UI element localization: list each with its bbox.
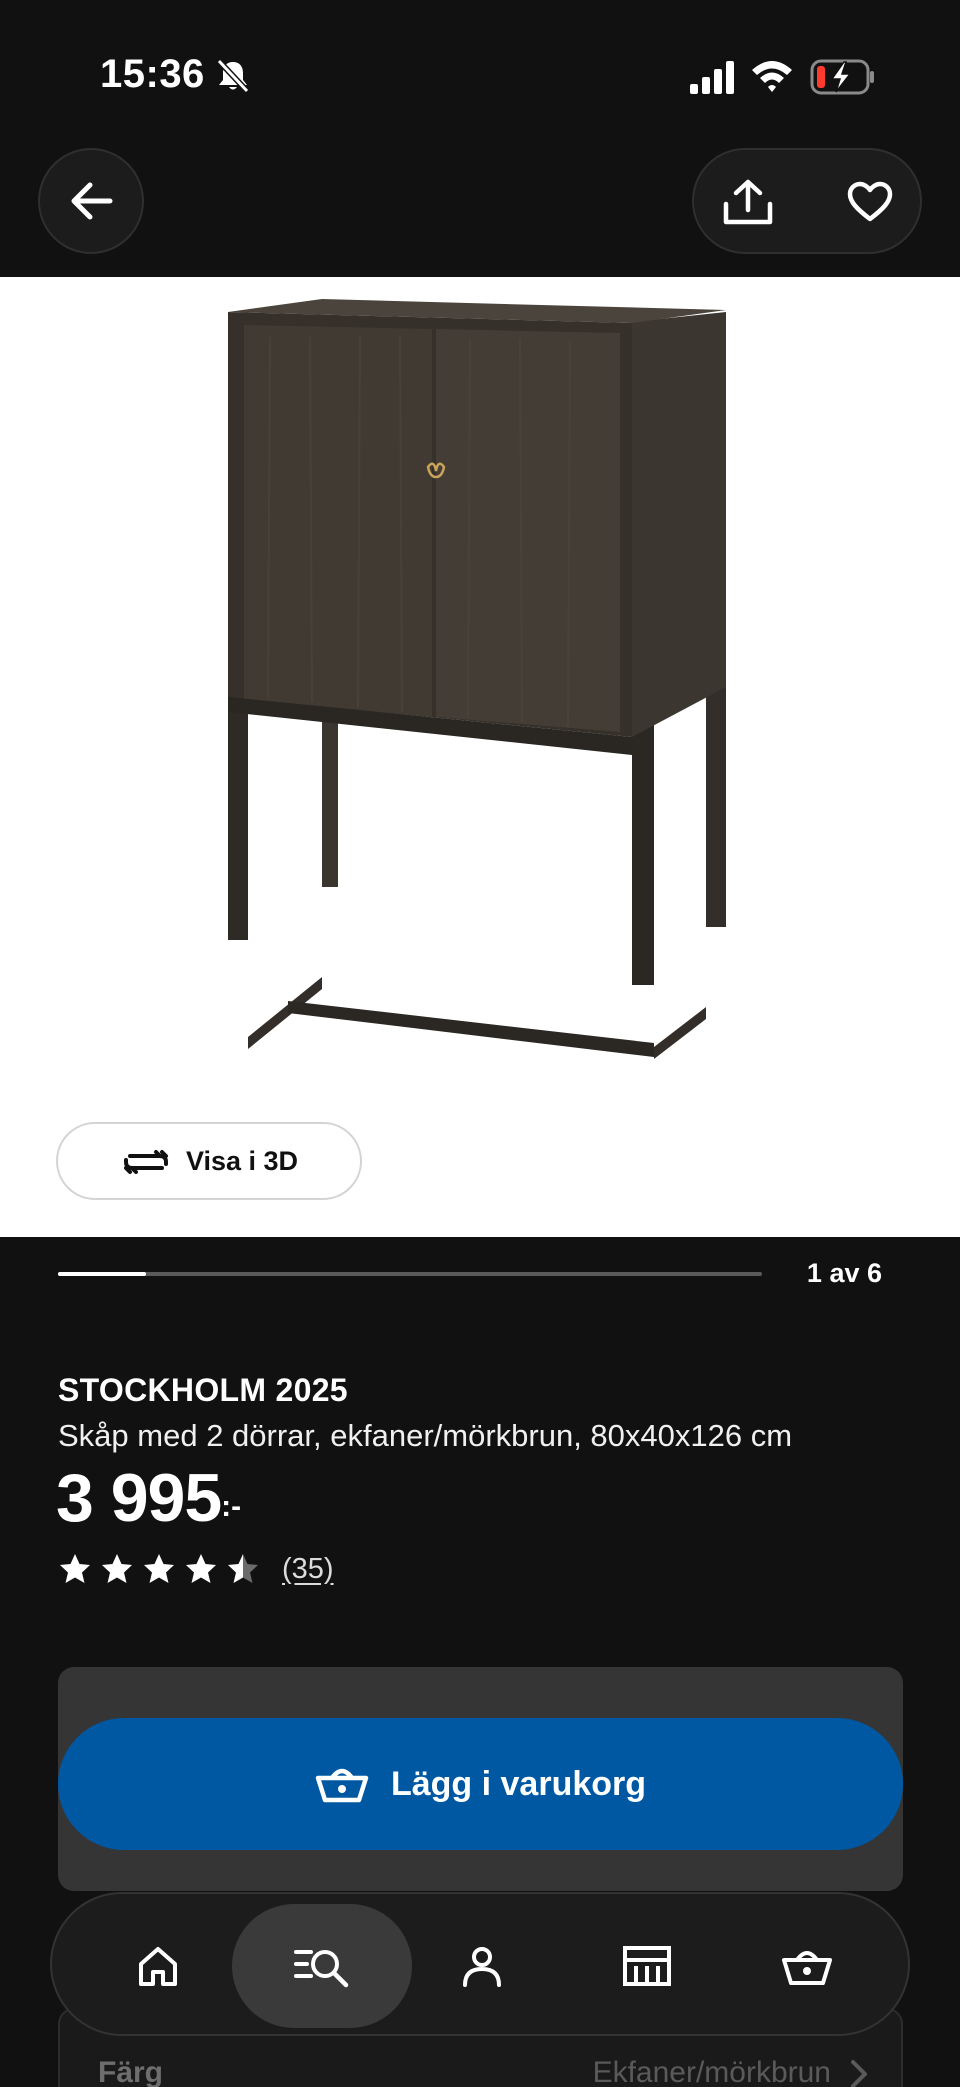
- product-image[interactable]: Visa i 3D: [0, 277, 960, 1237]
- status-time: 15:36: [100, 52, 205, 96]
- star-icon: [144, 1554, 174, 1583]
- review-count-link[interactable]: (35): [282, 1553, 334, 1586]
- arrow-left-icon: [71, 182, 113, 220]
- add-to-cart-button[interactable]: Lägg i varukorg: [58, 1718, 903, 1850]
- rotate-3d-icon: [123, 1150, 168, 1174]
- rating-stars: [58, 1552, 260, 1586]
- price-amount: 3 995: [56, 1460, 222, 1536]
- add-to-cart-label: Lägg i varukorg: [390, 1764, 647, 1803]
- cellular-signal-icon: [690, 61, 734, 94]
- favorite-button[interactable]: [838, 170, 902, 234]
- status-bar: 15:36: [0, 0, 960, 150]
- back-button[interactable]: [38, 148, 144, 254]
- star-icon: [102, 1554, 132, 1583]
- price-suffix: :-: [221, 1490, 242, 1523]
- nav-home[interactable]: [68, 1904, 248, 2028]
- carousel-progress[interactable]: [58, 1272, 762, 1276]
- header-actions: [692, 148, 922, 254]
- view-3d-button[interactable]: Visa i 3D: [56, 1122, 362, 1200]
- chevron-right-icon: [851, 2060, 867, 2087]
- carousel-progress-fill: [58, 1272, 146, 1276]
- share-button[interactable]: [716, 170, 780, 234]
- nav-store[interactable]: [557, 1904, 737, 2028]
- nav-search[interactable]: [232, 1904, 412, 2028]
- star-icon: [186, 1554, 216, 1583]
- color-value: Ekfaner/mörkbrun: [592, 2056, 831, 2087]
- bottom-navigation: [50, 1892, 910, 2036]
- carousel-counter: 1 av 6: [806, 1258, 882, 1288]
- heart-icon: [847, 181, 893, 222]
- wifi-icon: [752, 61, 792, 92]
- basket-icon: [315, 1768, 369, 1803]
- nav-cart[interactable]: [717, 1904, 897, 2028]
- product-description: Skåp med 2 dörrar, ekfaner/mörkbrun, 80x…: [58, 1418, 793, 1453]
- view-3d-label: Visa i 3D: [185, 1145, 299, 1176]
- star-icon: [60, 1554, 90, 1583]
- cabinet-illustration: [228, 299, 726, 1059]
- rating[interactable]: (35): [58, 1552, 334, 1586]
- store-icon: [623, 1946, 671, 1986]
- home-icon: [139, 1947, 177, 1986]
- product-name: STOCKHOLM 2025: [58, 1372, 348, 1408]
- nav-profile[interactable]: [392, 1904, 572, 2028]
- bell-muted-icon: [216, 58, 250, 94]
- cart-icon: [782, 1951, 832, 1985]
- profile-icon: [463, 1947, 501, 1987]
- color-label: Färg: [98, 2056, 164, 2087]
- product-price: 3 995 :-: [56, 1460, 241, 1536]
- battery-charging-icon: [810, 59, 874, 95]
- star-icon: [228, 1554, 258, 1583]
- share-icon: [723, 179, 773, 225]
- search-icon: [294, 1950, 349, 1988]
